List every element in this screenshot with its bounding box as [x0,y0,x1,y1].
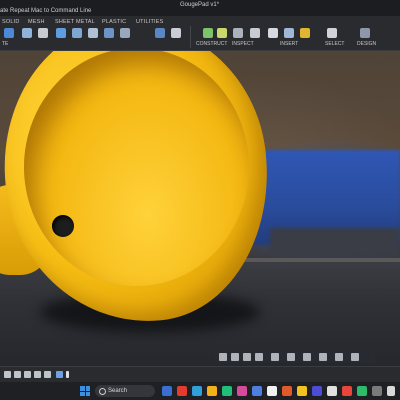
navigation-bar [215,351,375,363]
search-icon [99,388,106,395]
tab-utilities[interactable]: UTILITIES [136,18,163,26]
cup-interior [24,48,249,286]
separator [190,26,191,48]
document-title: GougePad v1* [180,2,220,8]
app-icon[interactable] [297,386,307,396]
step-back-icon[interactable] [14,371,21,378]
tab-plastic[interactable]: PLASTIC [102,18,126,26]
group-insert[interactable]: INSERT [280,41,298,48]
form-icon[interactable] [38,28,48,38]
app-icon[interactable] [327,386,337,396]
section-icon[interactable] [250,28,260,38]
timeline-marker[interactable] [66,371,69,378]
cup-hole [52,215,74,237]
app-icon[interactable] [252,386,262,396]
shell-icon[interactable] [171,28,181,38]
create-icon[interactable] [4,28,14,38]
look-at-icon[interactable] [231,353,239,361]
canvas-icon[interactable] [284,28,294,38]
machine-base [270,228,400,258]
grid-icon[interactable] [303,353,311,361]
fit-icon[interactable] [271,353,279,361]
loft-icon[interactable] [104,28,114,38]
group-select[interactable]: SELECT [325,41,344,48]
group-create[interactable]: TE [2,41,8,48]
search-label: Search [108,388,128,394]
step-forward-icon[interactable] [34,371,41,378]
display-settings-icon[interactable] [287,353,295,361]
decal-icon[interactable] [300,28,310,38]
effects-icon[interactable] [335,353,343,361]
select-icon[interactable] [327,28,337,38]
feature-icon[interactable] [56,371,63,378]
app-icon[interactable] [357,386,367,396]
group-display[interactable]: DESIGN [357,41,376,48]
sketch-icon[interactable] [22,28,32,38]
app-icon[interactable] [177,386,187,396]
ribbon-toolbar: SOLID MESH SHEET METAL PLASTIC UTILITIES… [0,16,400,51]
tab-solid[interactable]: SOLID [2,18,20,26]
group-construct[interactable]: CONSTRUCT [196,41,227,48]
measure-icon[interactable] [233,28,243,38]
timeline-bar [0,366,400,383]
app-icon[interactable] [387,386,395,396]
taskbar: Search [0,382,400,400]
revolve-icon[interactable] [72,28,82,38]
app-icon[interactable] [282,386,292,396]
zoom-icon[interactable] [255,353,263,361]
play-icon[interactable] [24,371,31,378]
fillet-icon[interactable] [120,28,130,38]
insert-icon[interactable] [268,28,278,38]
go-to-start-icon[interactable] [4,371,11,378]
folder-icon[interactable] [207,386,217,396]
display-icon[interactable] [360,28,370,38]
command-line-text: ate Repeat Mac to Command Line [0,8,92,14]
go-to-end-icon[interactable] [44,371,51,378]
extrude-icon[interactable] [56,28,66,38]
tab-mesh[interactable]: MESH [28,18,45,26]
orbit-icon[interactable] [219,353,227,361]
search-input[interactable]: Search [95,385,155,397]
pan-icon[interactable] [243,353,251,361]
group-inspect[interactable]: INSPECT [232,41,254,48]
tab-sheet-metal[interactable]: SHEET METAL [55,18,95,26]
app-icon[interactable] [162,386,172,396]
app-icon[interactable] [237,386,247,396]
modify-icon[interactable] [155,28,165,38]
axis-icon[interactable] [217,28,227,38]
app-icon[interactable] [222,386,232,396]
app-icon[interactable] [342,386,352,396]
app-icon[interactable] [267,386,277,396]
photo-background [0,0,400,400]
app-icon[interactable] [192,386,202,396]
sweep-icon[interactable] [88,28,98,38]
environment-icon[interactable] [351,353,359,361]
viewports-icon[interactable] [319,353,327,361]
app-icon[interactable] [372,386,382,396]
plane-icon[interactable] [203,28,213,38]
app-icon[interactable] [312,386,322,396]
title-bar: GougePad v1* ate Repeat Mac to Command L… [0,0,400,16]
start-icon[interactable] [80,386,90,396]
